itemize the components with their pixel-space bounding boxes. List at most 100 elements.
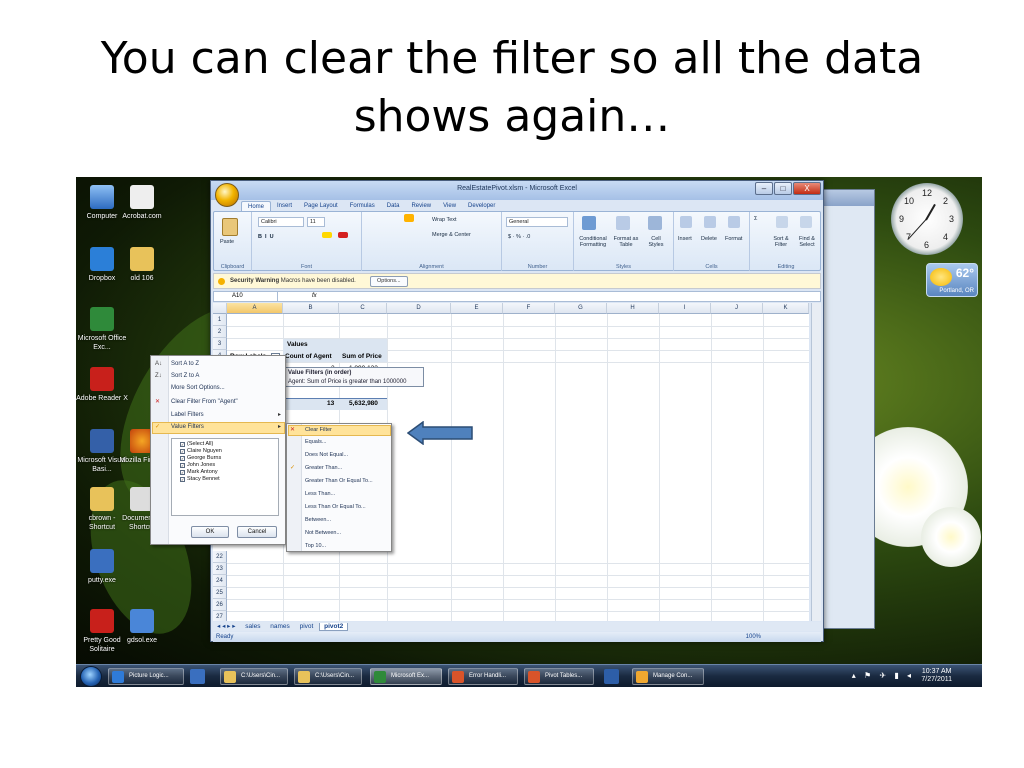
menu-more-sort-options[interactable]: More Sort Options... xyxy=(171,383,225,393)
menu-less-than-or-equal[interactable]: Less Than Or Equal To... xyxy=(305,502,366,512)
insert-button[interactable]: Insert xyxy=(678,236,692,242)
font-color-icon[interactable] xyxy=(338,232,348,238)
checkbox-checked-icon[interactable]: ✓ xyxy=(180,463,185,468)
taskbar-button[interactable]: Pivot Tables... xyxy=(524,668,594,685)
media-icon[interactable] xyxy=(190,669,205,684)
paste-icon[interactable] xyxy=(222,218,238,236)
menu-sort-z-to-a[interactable]: Sort Z to A xyxy=(171,371,199,381)
minimize-button[interactable]: – xyxy=(755,182,773,195)
sheet-tab-pivot[interactable]: pivot xyxy=(296,623,318,630)
checkbox-checked-icon[interactable]: ✓ xyxy=(180,456,185,461)
select-all-corner[interactable] xyxy=(213,303,227,314)
desktop-icon-excel[interactable]: Microsoft Office Exc... xyxy=(76,307,128,352)
row-header[interactable]: 25 xyxy=(213,587,227,599)
column-header[interactable]: F xyxy=(503,303,555,314)
conditional-formatting-button[interactable]: Conditional Formatting xyxy=(575,236,611,248)
sheet-tab-sales[interactable]: sales xyxy=(241,623,264,630)
menu-equals[interactable]: Equals... xyxy=(305,437,326,447)
maximize-button[interactable]: □ xyxy=(774,182,792,195)
row-header[interactable]: 22 xyxy=(213,551,227,563)
ok-button[interactable]: OK xyxy=(191,526,229,538)
delete-cells-icon[interactable] xyxy=(704,216,716,228)
row-header[interactable]: 1 xyxy=(213,314,227,326)
excel-window[interactable]: RealEstatePivot.xlsm - Microsoft Excel –… xyxy=(210,180,824,642)
column-header[interactable]: H xyxy=(607,303,659,314)
sort-filter-icon[interactable] xyxy=(776,216,788,228)
row-header[interactable]: 3 xyxy=(213,338,227,350)
checkbox-checked-icon[interactable]: ✓ xyxy=(180,442,185,447)
checklist-item[interactable]: ✓ (Select All) xyxy=(180,441,213,448)
cancel-button[interactable]: Cancel xyxy=(237,526,277,538)
column-header[interactable]: C xyxy=(339,303,387,314)
checkbox-checked-icon[interactable]: ✓ xyxy=(180,449,185,454)
row-header[interactable]: 23 xyxy=(213,563,227,575)
align-icon[interactable] xyxy=(404,214,414,222)
name-box[interactable]: A10 xyxy=(218,292,278,301)
menu-less-than[interactable]: Less Than... xyxy=(305,489,335,499)
taskbar-button[interactable]: C:\Users\Cin... xyxy=(220,668,288,685)
column-header[interactable]: A xyxy=(227,303,283,314)
font-name-select[interactable]: Calibri xyxy=(258,217,304,227)
taskbar-button[interactable]: Picture Logic... xyxy=(108,668,184,685)
checklist-item[interactable]: ✓ Mark Antony xyxy=(180,469,218,476)
menu-value-filters[interactable]: Value Filters xyxy=(171,422,204,432)
paste-label[interactable]: Paste xyxy=(220,239,234,245)
find-select-icon[interactable] xyxy=(800,216,812,228)
menu-top-10[interactable]: Top 10... xyxy=(305,541,326,551)
checkbox-checked-icon[interactable]: ✓ xyxy=(180,470,185,475)
row-header[interactable]: 24 xyxy=(213,575,227,587)
delete-button[interactable]: Delete xyxy=(701,236,717,242)
start-button[interactable] xyxy=(80,666,102,687)
menu-clear-filter[interactable]: Clear Filter xyxy=(305,425,332,435)
format-as-table-icon[interactable] xyxy=(616,216,630,230)
bold-italic-underline[interactable]: B I U xyxy=(258,234,274,240)
conditional-formatting-icon[interactable] xyxy=(582,216,596,230)
row-header[interactable]: 27 xyxy=(213,611,227,621)
menu-between[interactable]: Between... xyxy=(305,515,331,525)
pivot-count-of-agent-header[interactable]: Count of Agent xyxy=(285,351,332,363)
column-header[interactable]: I xyxy=(659,303,711,314)
column-header[interactable]: D xyxy=(387,303,451,314)
menu-clear-filter-from-agent[interactable]: Clear Filter From "Agent" xyxy=(171,397,238,407)
checklist-item[interactable]: ✓ Claire Nguyen xyxy=(180,448,222,455)
security-options-button[interactable]: Options... xyxy=(370,276,408,287)
font-size-select[interactable]: 11 xyxy=(307,217,325,227)
menu-greater-than[interactable]: Greater Than... xyxy=(305,463,342,473)
word-icon[interactable] xyxy=(604,669,619,684)
checklist-item[interactable]: ✓ Stacy Bennet xyxy=(180,476,220,483)
taskbar-button[interactable]: Manage Con... xyxy=(632,668,704,685)
column-header[interactable]: E xyxy=(451,303,503,314)
wrap-text-button[interactable]: Wrap Text xyxy=(432,217,457,223)
format-as-table-button[interactable]: Format as Table xyxy=(612,236,640,248)
menu-does-not-equal[interactable]: Does Not Equal... xyxy=(305,450,348,460)
menu-sort-a-to-z[interactable]: Sort A to Z xyxy=(171,359,199,369)
taskbar-button[interactable]: Error Handli... xyxy=(448,668,518,685)
cell-styles-icon[interactable] xyxy=(648,216,662,230)
pivot-grand-total-count[interactable]: 13 xyxy=(327,398,334,410)
tray-clock[interactable]: 10:37 AM 7/27/2011 xyxy=(921,668,952,684)
checklist-item[interactable]: ✓ John Jones xyxy=(180,462,215,469)
system-tray-icons[interactable]: ▴ ⚑ ✈ ▮ ◂ xyxy=(852,671,914,680)
cell-styles-button[interactable]: Cell Styles xyxy=(644,236,668,248)
office-button[interactable] xyxy=(215,183,239,207)
menu-label-filters[interactable]: Label Filters xyxy=(171,410,204,420)
column-header[interactable]: K xyxy=(763,303,809,314)
fx-icon[interactable]: fx xyxy=(312,292,317,301)
format-cells-icon[interactable] xyxy=(728,216,740,228)
number-format-buttons[interactable]: $ · % · .0 xyxy=(508,234,530,240)
desktop-icon-adobe-reader[interactable]: Adobe Reader X xyxy=(76,367,128,403)
insert-cells-icon[interactable] xyxy=(680,216,692,228)
sort-filter-button[interactable]: Sort & Filter xyxy=(770,236,792,248)
sheet-tab-names[interactable]: names xyxy=(266,623,294,630)
formula-input[interactable] xyxy=(326,292,816,301)
desktop-icon-putty[interactable]: putty.exe xyxy=(76,549,128,585)
pivot-values-header[interactable]: Values xyxy=(287,339,308,351)
pivot-sum-of-price-header[interactable]: Sum of Price xyxy=(342,351,382,363)
column-header[interactable]: J xyxy=(711,303,763,314)
vertical-scrollbar[interactable] xyxy=(811,303,821,621)
column-header[interactable]: B xyxy=(283,303,339,314)
merge-center-button[interactable]: Merge & Center xyxy=(432,232,471,238)
autosum-icon[interactable]: Σ xyxy=(754,216,757,222)
checklist-item[interactable]: ✓ George Burns xyxy=(180,455,221,462)
sheet-tab-pivot2[interactable]: pivot2 xyxy=(319,623,349,631)
